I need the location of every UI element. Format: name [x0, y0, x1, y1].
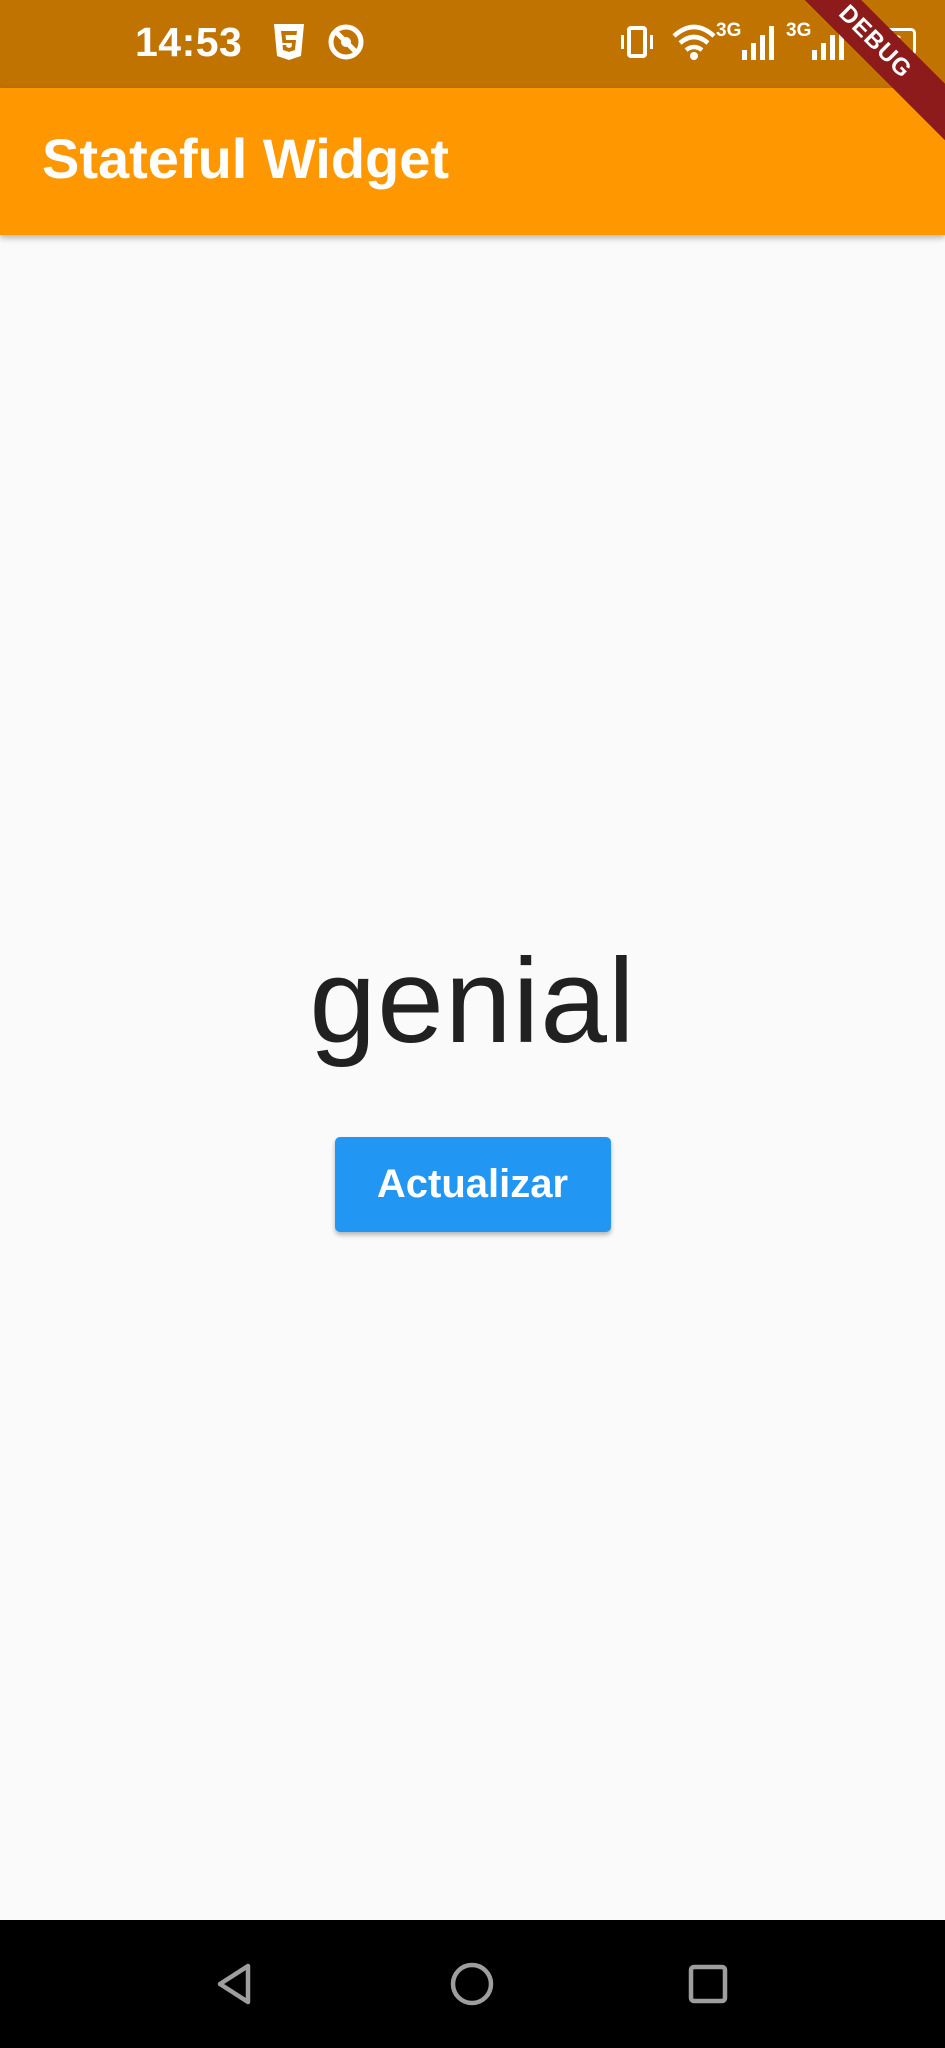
wifi-icon: [672, 24, 716, 60]
back-icon[interactable]: [208, 1952, 260, 2016]
sync-icon: [328, 24, 364, 60]
html5-icon: [274, 24, 304, 60]
signal-icon: [742, 26, 774, 60]
app-bar: Stateful Widget: [0, 88, 945, 235]
home-icon[interactable]: [440, 1952, 504, 2016]
status-bar: 14:53 3G 3G 26: [0, 0, 945, 88]
recents-icon[interactable]: [680, 1952, 736, 2016]
main-content: genial Actualizar: [0, 235, 945, 1920]
vibrate-icon: [621, 26, 653, 58]
update-button[interactable]: Actualizar: [334, 1137, 611, 1232]
display-text: genial: [309, 934, 636, 1068]
navigation-bar: [0, 1920, 945, 2048]
status-time: 14:53: [135, 19, 243, 65]
page-title: Stateful Widget: [42, 127, 450, 190]
network-type-1: 3G: [716, 20, 742, 41]
network-type-2: 3G: [786, 20, 812, 41]
